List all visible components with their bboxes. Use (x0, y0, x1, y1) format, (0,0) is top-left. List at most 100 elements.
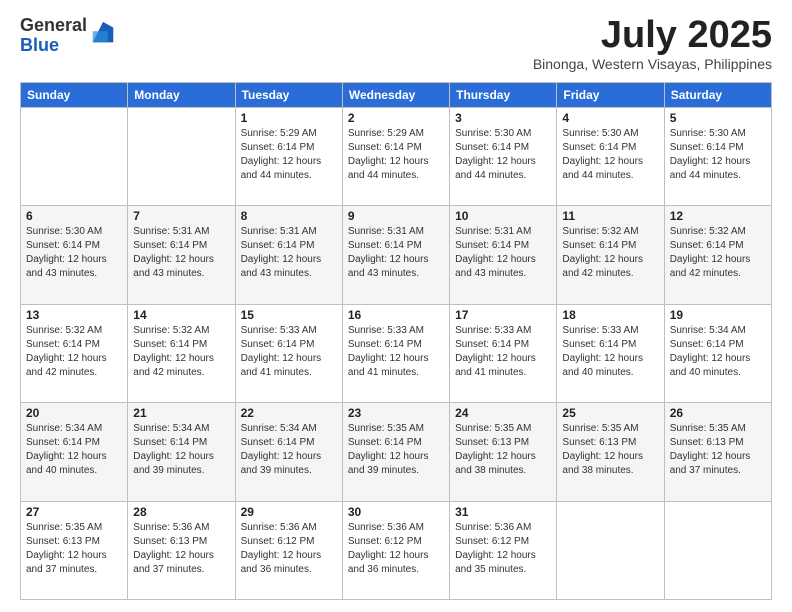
day-number: 26 (670, 406, 766, 420)
day-number: 27 (26, 505, 122, 519)
calendar-cell: 16Sunrise: 5:33 AM Sunset: 6:14 PM Dayli… (342, 304, 449, 402)
calendar-cell: 11 Sunrise: 5:32 AM Sunset: 6:14 PM Dayli… (557, 206, 664, 304)
calendar-day-header: Saturday (664, 83, 771, 108)
calendar-cell: 4 Sunrise: 5:30 AM Sunset: 6:14 PM Daylig… (557, 108, 664, 206)
day-number: 23 (348, 406, 444, 420)
day-number: 1 (241, 111, 337, 125)
day-info: Sunrise: 5:33 AM Sunset: 6:14 PM Dayligh… (348, 324, 444, 380)
calendar-week-row: 20 Sunrise: 5:34 AM Sunset: 6:14 PM Dayli… (21, 403, 772, 501)
calendar-cell: 3Sunrise: 5:30 AM Sunset: 6:14 PM Daylig… (450, 108, 557, 206)
logo-icon (89, 20, 117, 48)
day-number: 11 (562, 209, 658, 223)
day-info: Sunrise: 5:29 AM Sunset: 6:14 PM Dayligh… (241, 127, 337, 183)
day-info: Sunrise: 5:35 AM Sunset: 6:14 PM Dayligh… (348, 422, 444, 478)
day-info: Sunrise: 5:34 AM Sunset: 6:14 PM Dayligh… (26, 422, 122, 478)
day-number: 20 (26, 406, 122, 420)
day-number: 31 (455, 505, 551, 519)
day-number: 29 (241, 505, 337, 519)
logo-general: General (20, 16, 87, 36)
day-info: Sunrise: 5:33 AM Sunset: 6:14 PM Dayligh… (562, 324, 658, 380)
day-number: 8 (241, 209, 337, 223)
day-info: Sunrise: 5:32 AM Sunset: 6:14 PM Dayligh… (133, 324, 229, 380)
calendar-cell: 13 Sunrise: 5:32 AM Sunset: 6:14 PM Dayli… (21, 304, 128, 402)
logo: General Blue (20, 16, 117, 56)
calendar-header-row: SundayMondayTuesdayWednesdayThursdayFrid… (21, 83, 772, 108)
calendar-day-header: Thursday (450, 83, 557, 108)
calendar-cell: 2 Sunrise: 5:29 AM Sunset: 6:14 PM Daylig… (342, 108, 449, 206)
day-info: Sunrise: 5:30 AM Sunset: 6:14 PM Dayligh… (562, 127, 658, 183)
day-info: Sunrise: 5:32 AM Sunset: 6:14 PM Dayligh… (26, 324, 122, 380)
calendar-day-header: Friday (557, 83, 664, 108)
day-number: 12 (670, 209, 766, 223)
calendar-cell: 8Sunrise: 5:31 AM Sunset: 6:14 PM Daylig… (235, 206, 342, 304)
day-info: Sunrise: 5:30 AM Sunset: 6:14 PM Dayligh… (26, 225, 122, 281)
day-info: Sunrise: 5:32 AM Sunset: 6:14 PM Dayligh… (670, 225, 766, 281)
day-info: Sunrise: 5:36 AM Sunset: 6:12 PM Dayligh… (348, 521, 444, 577)
calendar-cell: 17Sunrise: 5:33 AM Sunset: 6:14 PM Dayli… (450, 304, 557, 402)
calendar-week-row: 6 Sunrise: 5:30 AM Sunset: 6:14 PM Daylig… (21, 206, 772, 304)
day-number: 15 (241, 308, 337, 322)
day-number: 22 (241, 406, 337, 420)
day-number: 25 (562, 406, 658, 420)
day-info: Sunrise: 5:36 AM Sunset: 6:13 PM Dayligh… (133, 521, 229, 577)
day-info: Sunrise: 5:34 AM Sunset: 6:14 PM Dayligh… (241, 422, 337, 478)
calendar-cell: 28 Sunrise: 5:36 AM Sunset: 6:13 PM Dayli… (128, 501, 235, 599)
day-number: 10 (455, 209, 551, 223)
calendar-cell: 12 Sunrise: 5:32 AM Sunset: 6:14 PM Dayli… (664, 206, 771, 304)
calendar-cell: 7 Sunrise: 5:31 AM Sunset: 6:14 PM Daylig… (128, 206, 235, 304)
day-info: Sunrise: 5:35 AM Sunset: 6:13 PM Dayligh… (455, 422, 551, 478)
calendar-week-row: 27 Sunrise: 5:35 AM Sunset: 6:13 PM Dayli… (21, 501, 772, 599)
calendar-cell: 25 Sunrise: 5:35 AM Sunset: 6:13 PM Dayli… (557, 403, 664, 501)
day-number: 4 (562, 111, 658, 125)
calendar-week-row: 13 Sunrise: 5:32 AM Sunset: 6:14 PM Dayli… (21, 304, 772, 402)
day-number: 9 (348, 209, 444, 223)
calendar-cell: 24 Sunrise: 5:35 AM Sunset: 6:13 PM Dayli… (450, 403, 557, 501)
day-number: 24 (455, 406, 551, 420)
page: General Blue July 2025 Binonga, Western … (0, 0, 792, 612)
day-info: Sunrise: 5:34 AM Sunset: 6:14 PM Dayligh… (133, 422, 229, 478)
day-number: 7 (133, 209, 229, 223)
calendar-cell: 15Sunrise: 5:33 AM Sunset: 6:14 PM Dayli… (235, 304, 342, 402)
day-info: Sunrise: 5:32 AM Sunset: 6:14 PM Dayligh… (562, 225, 658, 281)
day-info: Sunrise: 5:36 AM Sunset: 6:12 PM Dayligh… (455, 521, 551, 577)
day-info: Sunrise: 5:36 AM Sunset: 6:12 PM Dayligh… (241, 521, 337, 577)
day-number: 13 (26, 308, 122, 322)
day-number: 14 (133, 308, 229, 322)
day-info: Sunrise: 5:34 AM Sunset: 6:14 PM Dayligh… (670, 324, 766, 380)
day-number: 28 (133, 505, 229, 519)
day-info: Sunrise: 5:31 AM Sunset: 6:14 PM Dayligh… (133, 225, 229, 281)
day-info: Sunrise: 5:35 AM Sunset: 6:13 PM Dayligh… (26, 521, 122, 577)
calendar-cell: 19 Sunrise: 5:34 AM Sunset: 6:14 PM Dayli… (664, 304, 771, 402)
calendar-cell: 6 Sunrise: 5:30 AM Sunset: 6:14 PM Daylig… (21, 206, 128, 304)
logo-text: General Blue (20, 16, 87, 56)
day-number: 21 (133, 406, 229, 420)
calendar-cell: 1 Sunrise: 5:29 AM Sunset: 6:14 PM Daylig… (235, 108, 342, 206)
calendar-day-header: Sunday (21, 83, 128, 108)
day-number: 6 (26, 209, 122, 223)
calendar-cell: 9 Sunrise: 5:31 AM Sunset: 6:14 PM Daylig… (342, 206, 449, 304)
calendar-cell (664, 501, 771, 599)
calendar-cell: 22 Sunrise: 5:34 AM Sunset: 6:14 PM Dayli… (235, 403, 342, 501)
logo-blue: Blue (20, 36, 87, 56)
calendar-cell: 10 Sunrise: 5:31 AM Sunset: 6:14 PM Dayli… (450, 206, 557, 304)
day-info: Sunrise: 5:31 AM Sunset: 6:14 PM Dayligh… (348, 225, 444, 281)
calendar-cell: 14 Sunrise: 5:32 AM Sunset: 6:14 PM Dayli… (128, 304, 235, 402)
day-info: Sunrise: 5:35 AM Sunset: 6:13 PM Dayligh… (562, 422, 658, 478)
day-number: 3 (455, 111, 551, 125)
day-info: Sunrise: 5:30 AM Sunset: 6:14 PM Dayligh… (670, 127, 766, 183)
day-number: 19 (670, 308, 766, 322)
day-number: 2 (348, 111, 444, 125)
day-number: 5 (670, 111, 766, 125)
day-info: Sunrise: 5:29 AM Sunset: 6:14 PM Dayligh… (348, 127, 444, 183)
day-number: 18 (562, 308, 658, 322)
calendar-week-row: 1 Sunrise: 5:29 AM Sunset: 6:14 PM Daylig… (21, 108, 772, 206)
calendar-cell: 27 Sunrise: 5:35 AM Sunset: 6:13 PM Dayli… (21, 501, 128, 599)
calendar-cell: 20 Sunrise: 5:34 AM Sunset: 6:14 PM Dayli… (21, 403, 128, 501)
calendar-cell: 30Sunrise: 5:36 AM Sunset: 6:12 PM Dayli… (342, 501, 449, 599)
calendar-day-header: Monday (128, 83, 235, 108)
day-info: Sunrise: 5:31 AM Sunset: 6:14 PM Dayligh… (455, 225, 551, 281)
month-title: July 2025 (533, 16, 772, 54)
calendar-cell (128, 108, 235, 206)
day-number: 17 (455, 308, 551, 322)
location-subtitle: Binonga, Western Visayas, Philippines (533, 56, 772, 72)
